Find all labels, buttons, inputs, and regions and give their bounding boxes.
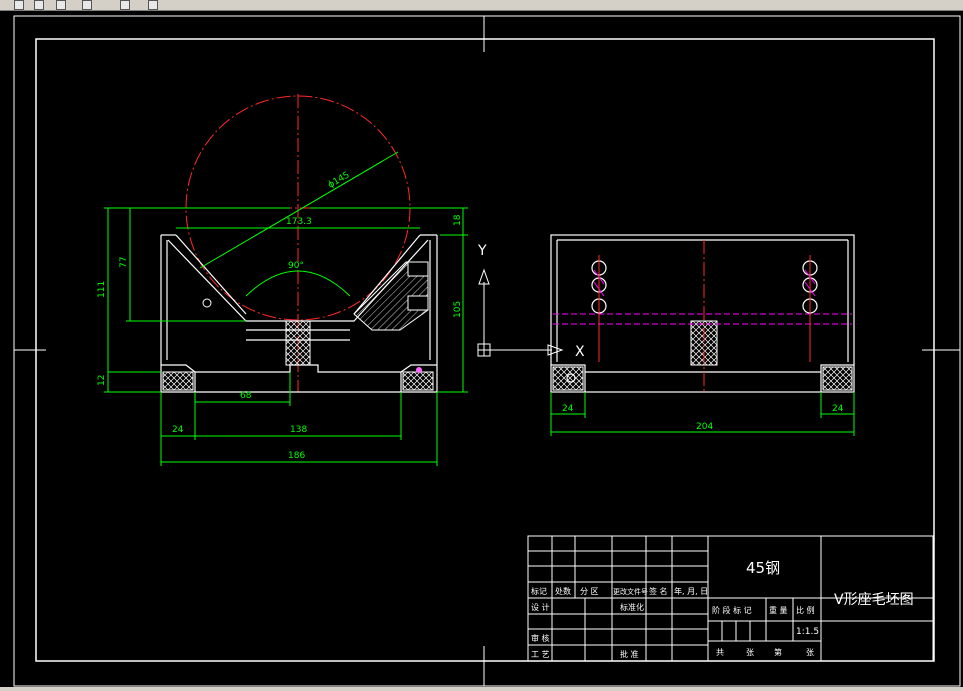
toolbar	[0, 0, 963, 11]
status-bar	[0, 687, 963, 691]
drawing-name: V形座毛坯图	[834, 592, 914, 608]
header-zone: 分 区	[580, 587, 599, 596]
side-view: 24 24 204	[550, 234, 855, 436]
open-file-icon[interactable]	[56, 0, 66, 10]
ucs-y-label: Y	[477, 243, 487, 259]
dim-base: 12	[97, 375, 107, 386]
stage-mark-label: 阶 段 标 记	[712, 605, 752, 615]
dim-right-height: 105	[453, 301, 463, 318]
pencil-icon[interactable]	[14, 0, 24, 10]
header-sign: 签 名	[649, 586, 668, 596]
star-icon[interactable]	[82, 0, 92, 10]
header-count: 处数	[555, 586, 571, 596]
new-file-icon[interactable]	[34, 0, 44, 10]
ratio-label: 比 例	[796, 605, 815, 615]
ucs-x-label: X	[575, 344, 585, 360]
front-view: ϕ145 173.3 90° 111 77 12 18 105 68 24 13…	[97, 94, 468, 466]
title-block: 45钢 V形座毛坯图 1:1.5 标记 处数 分 区 更改文件号 签 名 年, …	[527, 535, 934, 662]
pointer-icon[interactable]	[120, 0, 130, 10]
review-label: 审 核	[531, 633, 550, 643]
side-dim-length: 204	[696, 422, 713, 432]
side-dim-foot-right: 24	[832, 404, 844, 414]
dim-overall-width: 186	[288, 451, 305, 461]
process-label: 工 艺	[531, 650, 550, 659]
sheets-label: 张	[746, 648, 754, 657]
total-sheets-label: 共	[716, 648, 724, 657]
material-label: 45钢	[746, 559, 780, 577]
dim-slot-width: 68	[240, 391, 252, 401]
drawing-frame	[13, 15, 961, 687]
scale-value: 1:1.5	[796, 627, 819, 637]
ucs-icon	[477, 268, 564, 357]
header-mark: 标记	[531, 586, 547, 596]
drawing-canvas[interactable]: ϕ145 173.3 90° 111 77 12 18 105 68 24 13…	[0, 11, 963, 687]
sheet-no-label: 第	[774, 647, 782, 657]
dim-total-height: 111	[97, 281, 107, 298]
header-date: 年, 月, 日	[674, 586, 708, 596]
design-label: 设 计	[531, 602, 550, 612]
standardize-label: 标准化	[620, 602, 644, 612]
diameter-label: ϕ145	[327, 170, 352, 190]
dim-v-depth: 77	[119, 257, 129, 268]
sheet-label: 张	[806, 648, 814, 657]
side-dim-foot-left: 24	[562, 404, 574, 414]
angle-label: 90°	[288, 261, 304, 271]
dim-inner-width: 138	[290, 425, 307, 435]
dim-foot: 24	[172, 425, 184, 435]
weight-label: 重 量	[769, 605, 788, 615]
chord-label: 173.3	[286, 217, 312, 227]
paint-icon[interactable]	[148, 0, 158, 10]
approve-label: 批 准	[620, 649, 639, 659]
dim-top: 18	[453, 214, 463, 226]
header-change-doc: 更改文件号	[613, 587, 648, 596]
